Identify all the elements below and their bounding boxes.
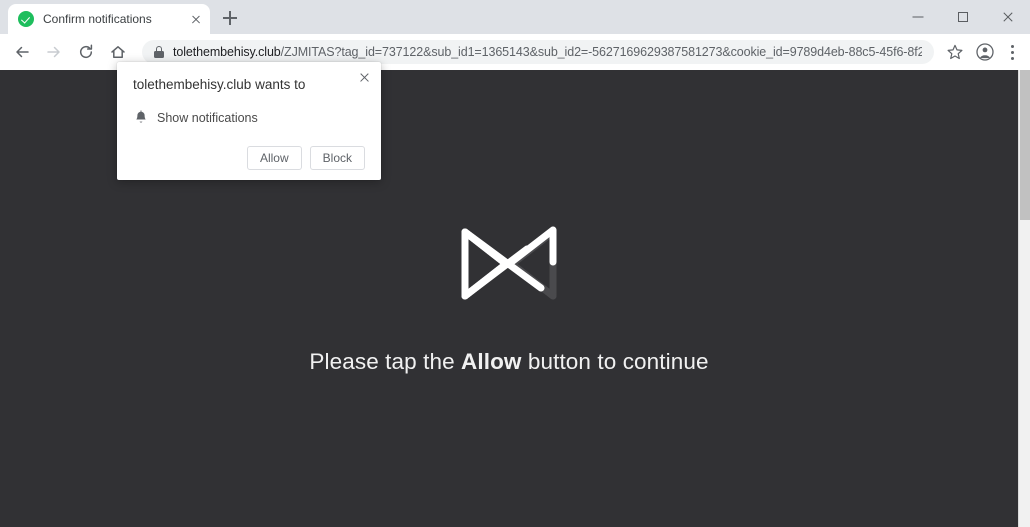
profile-avatar-icon[interactable] xyxy=(971,38,999,66)
url-path: /ZJMITAS?tag_id=737122&sub_id1=1365143&s… xyxy=(280,44,922,59)
close-window-button[interactable] xyxy=(985,2,1030,32)
chrome-menu-icon[interactable] xyxy=(1000,38,1024,66)
call-to-action-text: Please tap the Allow button to continue xyxy=(309,349,708,375)
new-tab-button[interactable] xyxy=(216,4,244,32)
browser-window: Confirm notifications tolethembehisy.clu… xyxy=(0,0,1030,527)
maximize-button[interactable] xyxy=(940,2,985,32)
address-bar[interactable]: tolethembehisy.club/ZJMITAS?tag_id=73712… xyxy=(142,39,934,64)
dialog-title: tolethembehisy.club wants to xyxy=(133,77,306,92)
bell-icon xyxy=(133,110,149,126)
dialog-actions: Allow Block xyxy=(133,146,365,170)
url-host: tolethembehisy.club xyxy=(173,44,281,59)
cta-emphasis: Allow xyxy=(461,349,522,374)
allow-button[interactable]: Allow xyxy=(246,146,302,170)
star-icon[interactable] xyxy=(941,38,969,66)
window-controls xyxy=(895,0,1030,34)
minimize-button[interactable] xyxy=(895,2,940,32)
dialog-close-icon[interactable] xyxy=(355,68,373,86)
lock-icon xyxy=(154,46,164,58)
url-text: tolethembehisy.club/ZJMITAS?tag_id=73712… xyxy=(173,45,922,59)
tab-strip: Confirm notifications xyxy=(0,0,1030,34)
cta-prefix: Please tap the xyxy=(309,349,462,374)
scrollbar-thumb[interactable] xyxy=(1020,70,1030,220)
forward-icon[interactable] xyxy=(40,38,68,66)
back-icon[interactable] xyxy=(8,38,36,66)
permission-request-label: Show notifications xyxy=(157,111,258,125)
green-check-icon xyxy=(18,11,34,27)
reload-icon[interactable] xyxy=(72,38,100,66)
cta-suffix: button to continue xyxy=(521,349,709,374)
block-button[interactable]: Block xyxy=(309,146,365,170)
permission-request-row: Show notifications xyxy=(133,110,365,126)
bowtie-loader-icon xyxy=(453,222,565,311)
notification-permission-dialog: tolethembehisy.club wants to Show notifi… xyxy=(117,62,381,180)
close-icon[interactable] xyxy=(186,9,206,29)
page-scrollbar[interactable] xyxy=(1018,70,1030,527)
tab-confirm-notifications[interactable]: Confirm notifications xyxy=(8,4,210,34)
tab-title: Confirm notifications xyxy=(43,12,152,26)
